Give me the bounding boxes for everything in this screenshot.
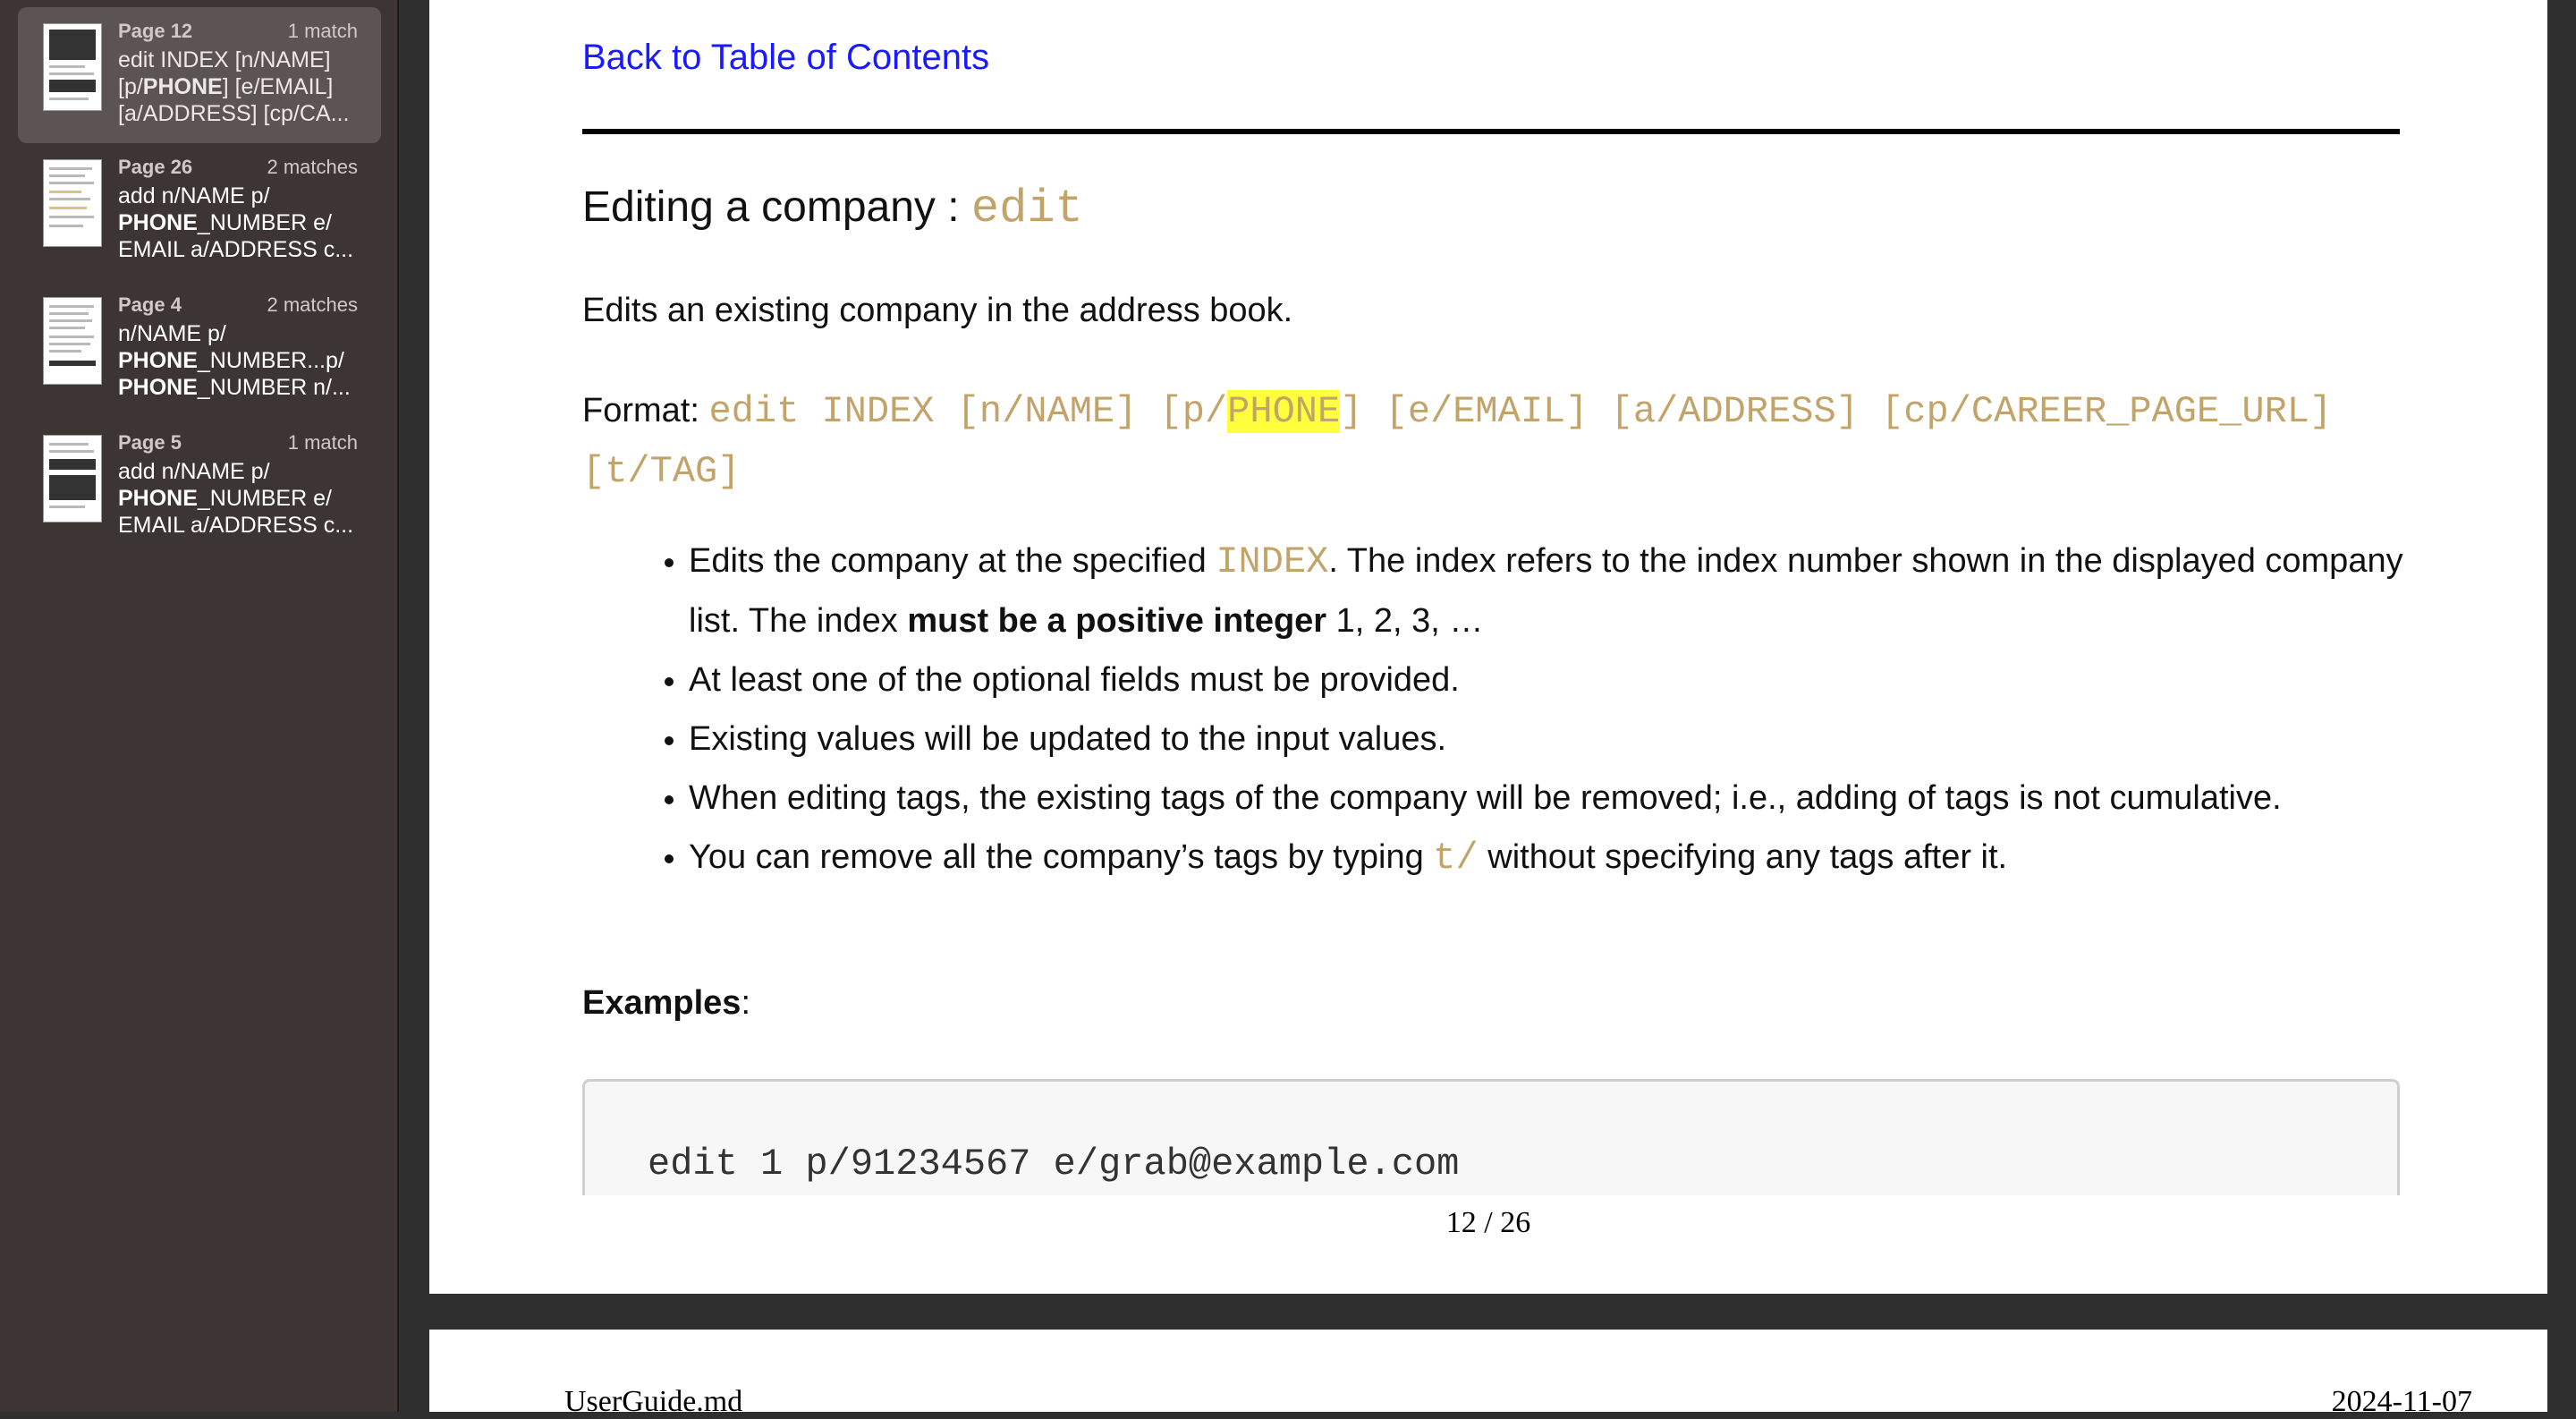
- result-page-label: Page 26: [118, 156, 193, 178]
- command-format: Format: edit INDEX [n/NAME] [p/PHONE] [e…: [582, 390, 2333, 493]
- result-snippet: n/NAME p/ PHONE_NUMBER...p/PHONE_NUMBER …: [118, 321, 351, 400]
- result-match-count: 2 matches: [267, 156, 359, 178]
- result-snippet: add n/NAME p/ PHONE_NUMBER e/ EMAIL a/AD…: [118, 183, 354, 262]
- page-thumbnail: [43, 23, 102, 111]
- search-results-sidebar: Page 12 1 match edit INDEX [n/NAME] [p/P…: [0, 0, 399, 1412]
- page-header-date: 2024-11-07: [2331, 1385, 2472, 1418]
- result-match-count: 1 match: [287, 20, 358, 42]
- page-header-filename: UserGuide.md: [564, 1385, 743, 1418]
- format-code: edit INDEX [n/NAME] [p/PHONE] [e/EMAIL] …: [582, 390, 2333, 493]
- example-code-block: edit 1 p/91234567 e/grab@example.com: [582, 1079, 2400, 1195]
- result-match-count: 1 match: [287, 431, 358, 454]
- section-heading: Editing a company : edit: [582, 183, 1083, 235]
- result-snippet: add n/NAME p/ PHONE_NUMBER e/ EMAIL a/AD…: [118, 459, 354, 538]
- page-thumbnail: [43, 297, 102, 385]
- example-code: edit 1 p/91234567 e/grab@example.com: [648, 1143, 1460, 1185]
- list-item: Existing values will be updated to the i…: [689, 710, 2442, 769]
- result-snippet: edit INDEX [n/NAME] [p/PHONE] [e/EMAIL] …: [118, 47, 350, 126]
- next-document-page: UserGuide.md 2024-11-07: [429, 1330, 2547, 1418]
- result-match-count: 2 matches: [267, 293, 359, 316]
- list-item: Edits the company at the specified INDEX…: [689, 531, 2442, 650]
- examples-label: Examples:: [582, 984, 751, 1022]
- page-number: 12 / 26: [1445, 1206, 1531, 1239]
- document-page: Back to Table of Contents Editing a comp…: [429, 0, 2547, 1294]
- result-page-label: Page 5: [118, 431, 182, 454]
- page-thumbnail: [43, 159, 102, 247]
- section-description: Edits an existing company in the address…: [582, 292, 1293, 329]
- result-page-label: Page 4: [118, 293, 182, 316]
- list-item: At least one of the optional fields must…: [689, 650, 2442, 710]
- search-result-page-26[interactable]: Page 26 2 matches add n/NAME p/ PHONE_NU…: [18, 143, 381, 279]
- page-thumbnail: [43, 435, 102, 523]
- usage-notes-list: Edits the company at the specified INDEX…: [582, 531, 2442, 888]
- search-highlight: PHONE: [1227, 390, 1341, 433]
- list-item: You can remove all the company’s tags by…: [689, 828, 2442, 888]
- list-item: When editing tags, the existing tags of …: [689, 769, 2442, 828]
- search-result-page-4[interactable]: Page 4 2 matches n/NAME p/ PHONE_NUMBER.…: [18, 281, 381, 417]
- search-result-page-5[interactable]: Page 5 1 match add n/NAME p/ PHONE_NUMBE…: [18, 419, 381, 555]
- result-page-label: Page 12: [118, 20, 193, 42]
- horizontal-rule: [582, 129, 2400, 134]
- search-result-page-12[interactable]: Page 12 1 match edit INDEX [n/NAME] [p/P…: [18, 7, 381, 143]
- back-to-toc-link[interactable]: Back to Table of Contents: [582, 38, 989, 78]
- heading-command-code: edit: [970, 183, 1083, 235]
